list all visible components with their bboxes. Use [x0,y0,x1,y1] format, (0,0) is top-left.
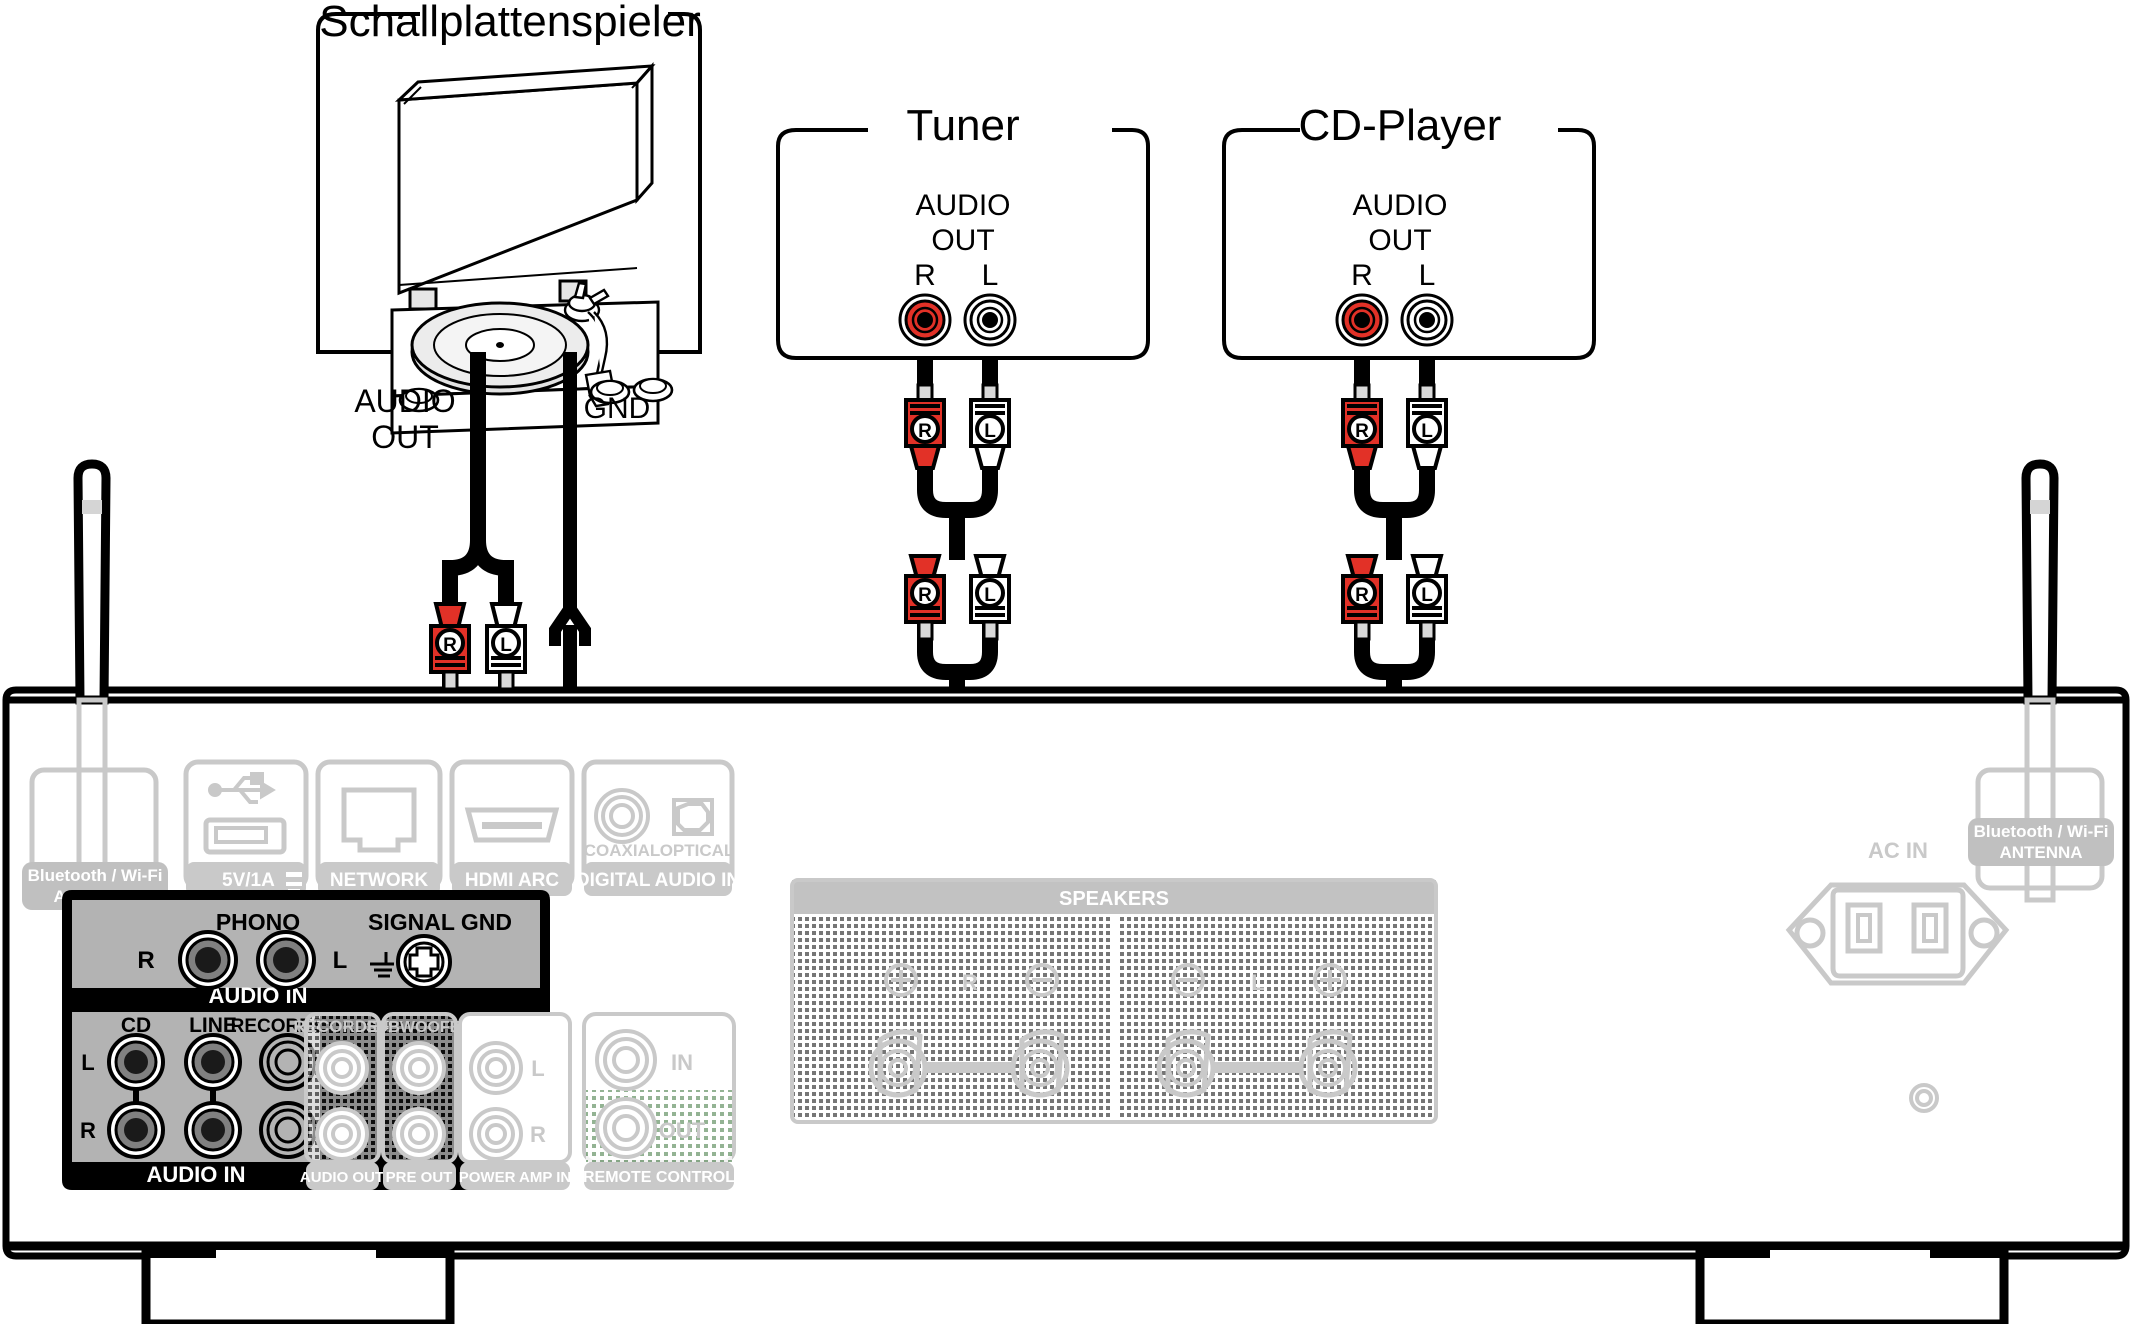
turntable-audio-out-label-2: OUT [371,419,439,455]
row-label-l: L [81,1050,94,1075]
phono-jack-l[interactable] [256,930,316,990]
tuner-audio-label-1: AUDIO [915,189,1010,222]
rca-plug-label-l: L [500,635,512,656]
phono-r-label: R [137,947,154,974]
speakers-label: SPEAKERS [1059,888,1169,910]
antenna-right-label-1: Bluetooth / Wi-Fi [1974,822,2109,841]
usb-label: 5V/1A [222,870,275,891]
tuner-jack-label-r: R [914,259,936,292]
connection-diagram: Schallplattenspieler Tuner AUDIO OUT R L… [0,0,2132,1324]
signal-gnd-terminal[interactable] [396,934,452,990]
remote-control-block: IN OUT REMOTE CONTROL [582,1012,736,1190]
power-amp-in-block: L R POWER AMP IN [458,1012,572,1190]
antenna-right[interactable] [2021,459,2059,705]
cdplayer-audio-label-2: OUT [1368,224,1431,257]
cdplayer-jack-label-r: R [1351,259,1373,292]
phono-jack-r[interactable] [178,930,238,990]
digital-audio-in-label: DIGITAL AUDIO IN [576,870,740,891]
hdmi-label: HDMI ARC [465,870,560,891]
analog-jack-cd-l[interactable] [107,1033,165,1091]
cdplayer-audio-label-1: AUDIO [1352,189,1447,222]
analog-jack-line-r[interactable] [184,1101,242,1159]
audio-in-label-analog: AUDIO IN [147,1162,246,1187]
remote-out-label: OUT [659,1118,706,1143]
coaxial-label: COAXIAL [584,841,661,860]
analog-jack-cd-r[interactable] [107,1101,165,1159]
analog-jack-line-l[interactable] [184,1033,242,1091]
cdplayer-rca-jack-r[interactable] [1335,293,1389,347]
rca-plug-label-r: R [918,585,932,606]
rca-plug-label-r: R [1355,585,1369,606]
tuner-rca-jack-l[interactable] [963,293,1017,347]
rca-plug-label-r: R [443,635,457,656]
rca-plug-label-r: R [1355,421,1369,442]
phono-l-label: L [333,947,348,974]
cdplayer-title: CD-Player [1299,101,1502,150]
remote-control-label: REMOTE CONTROL [583,1169,735,1186]
pre-out-label: PRE OUT [386,1169,453,1186]
cdplayer-jack-label-l: L [1419,259,1436,292]
tuner-title: Tuner [906,101,1019,150]
speaker-r-label: R [962,970,978,995]
tuner-jack-label-l: L [982,259,999,292]
power-amp-l-label: L [531,1056,544,1081]
subwoofer-out-label: SUBWOOFER [366,1019,472,1036]
network-label: NETWORK [330,870,428,891]
tuner-audio-label-2: OUT [931,224,994,257]
rca-plug-label-l: L [984,421,996,442]
ac-in-label: AC IN [1868,838,1928,863]
power-amp-in-label: POWER AMP IN [459,1169,572,1186]
antenna-right-label-2: ANTENNA [1999,843,2082,862]
speaker-l-label: L [1251,970,1264,995]
signal-gnd-label: SIGNAL GND [368,909,512,935]
rca-plug-label-l: L [984,585,996,606]
rca-plug-label-l: L [1421,585,1433,606]
turntable-title: Schallplattenspieler [319,0,701,46]
turntable-audio-out-label-1: AUDIO [354,383,455,419]
speakers-block: SPEAKERS R L [790,878,1438,1124]
rca-plug-label-l: L [1421,421,1433,442]
optical-label: OPTICAL [660,841,735,860]
antenna-left-label-1: Bluetooth / Wi-Fi [28,866,163,885]
rca-plug-label-r: R [918,421,932,442]
remote-in-label: IN [671,1050,693,1075]
row-label-r: R [80,1118,96,1143]
power-amp-r-label: R [530,1122,546,1147]
turntable-gnd-label: GND [584,392,651,425]
audio-out-label: AUDIO OUT [300,1169,384,1186]
tuner-rca-jack-r[interactable] [898,293,952,347]
cdplayer-rca-jack-l[interactable] [1400,293,1454,347]
antenna-left[interactable] [73,459,111,705]
